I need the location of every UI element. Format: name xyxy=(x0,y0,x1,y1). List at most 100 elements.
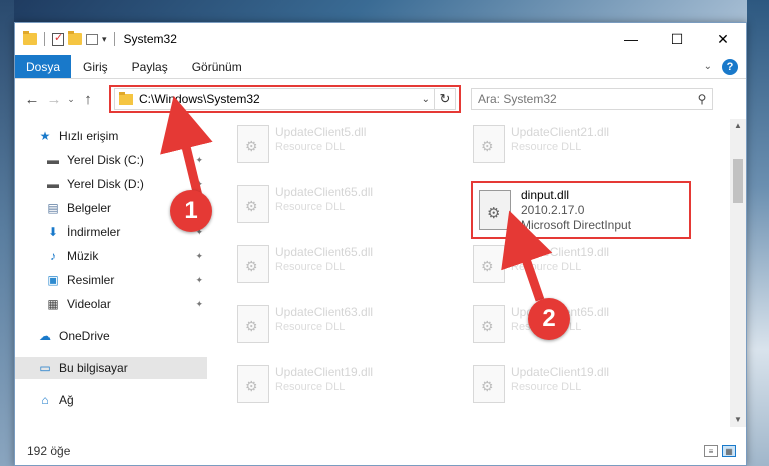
sidebar-item[interactable]: ▣ Resimler ✦ xyxy=(15,269,207,291)
file-description: Resource DLL xyxy=(511,261,582,273)
pin-icon[interactable]: ✦ xyxy=(195,155,203,166)
address-bar[interactable]: C:\Windows\System32 ⌄ xyxy=(114,88,434,110)
file-tile[interactable]: UpdateClient65.dll Resource DLL xyxy=(237,185,373,223)
file-tile[interactable]: UpdateClient21.dll Resource DLL xyxy=(473,125,609,163)
refresh-button[interactable]: ↻ xyxy=(434,88,456,110)
folder-icon xyxy=(23,31,37,45)
file-tile-text: UpdateClient21.dll Resource DLL xyxy=(511,125,609,154)
view-switcher: ≡ ▦ xyxy=(704,445,746,457)
star-icon: ★ xyxy=(39,129,51,143)
file-description: Resource DLL xyxy=(275,141,346,153)
new-folder-icon[interactable] xyxy=(68,31,82,45)
file-tile-text: UpdateClient19.dll Resource DLL xyxy=(511,245,609,274)
file-description: Microsoft DirectInput xyxy=(521,217,632,232)
maximize-button[interactable]: ☐ xyxy=(654,23,700,55)
back-button[interactable]: ← xyxy=(21,91,43,108)
sidebar-item-label: Yerel Disk (C:) xyxy=(67,153,144,167)
file-name: UpdateClient65.dll xyxy=(275,185,374,199)
scroll-down-button[interactable]: ▼ xyxy=(730,413,746,427)
sidebar-item[interactable]: ⌂ Ağ xyxy=(15,389,207,411)
step-1-callout: 1 xyxy=(170,190,212,232)
file-name: UpdateClient19.dll xyxy=(511,245,610,259)
tab-share[interactable]: Paylaş xyxy=(120,55,180,78)
sidebar-item[interactable]: ▬ Yerel Disk (C:) ✦ xyxy=(15,149,207,171)
pin-icon[interactable]: ✦ xyxy=(195,299,203,310)
toolbar-divider xyxy=(113,32,115,46)
status-bar: 192 öğe ≡ ▦ xyxy=(15,437,746,465)
file-name: UpdateClient19.dll xyxy=(275,365,374,379)
view-toggle-icon[interactable] xyxy=(86,33,98,45)
dll-file-icon xyxy=(473,125,505,163)
help-icon[interactable]: ? xyxy=(722,58,738,75)
sidebar-item-label: Bu bilgisayar xyxy=(59,361,128,375)
sidebar-item[interactable]: ♪ Müzik ✦ xyxy=(15,245,207,267)
search-input[interactable] xyxy=(478,92,692,106)
address-path[interactable]: C:\Windows\System32 xyxy=(139,92,418,106)
item-count: 192 öğe xyxy=(27,444,71,458)
pin-icon[interactable]: ✦ xyxy=(195,251,203,262)
file-tile[interactable]: UpdateClient63.dll Resource DLL xyxy=(237,305,373,343)
sidebar-item[interactable]: ▭ Bu bilgisayar xyxy=(15,357,207,379)
sidebar-item-label: Müzik xyxy=(67,249,99,263)
sidebar-item-label: Videolar xyxy=(67,297,111,311)
step-2-callout: 2 xyxy=(528,298,570,340)
customize-toolbar-dropdown[interactable]: ▾ xyxy=(102,34,107,45)
download-icon: ⬇ xyxy=(47,225,59,239)
file-description: Resource DLL xyxy=(511,141,582,153)
forward-button[interactable]: → xyxy=(43,91,65,108)
properties-icon[interactable] xyxy=(52,31,64,46)
file-tile-text: UpdateClient65.dll Resource DLL xyxy=(275,245,373,274)
scroll-thumb[interactable] xyxy=(733,159,743,203)
tab-home[interactable]: Giriş xyxy=(71,55,120,78)
close-button[interactable]: ✕ xyxy=(700,23,746,55)
tab-file[interactable]: Dosya xyxy=(15,55,71,78)
file-name: UpdateClient63.dll xyxy=(275,305,374,319)
minimize-button[interactable]: — xyxy=(608,23,654,55)
file-tile[interactable]: UpdateClient19.dll Resource DLL xyxy=(237,365,373,403)
sidebar-item[interactable]: ▦ Videolar ✦ xyxy=(15,293,207,315)
dll-file-icon xyxy=(237,365,269,403)
desktop-background-right xyxy=(747,0,769,466)
search-icon[interactable]: ⚲ xyxy=(692,92,712,106)
file-name: UpdateClient21.dll xyxy=(511,125,610,139)
file-description: Resource DLL xyxy=(275,321,346,333)
file-tile-text: UpdateClient19.dll Resource DLL xyxy=(275,365,373,394)
folder-icon xyxy=(119,91,133,105)
file-name: UpdateClient65.dll xyxy=(275,245,374,259)
address-dropdown-button[interactable]: ⌄ xyxy=(418,94,434,105)
title-bar: ▾ System32 — ☐ ✕ xyxy=(15,23,746,55)
file-tile[interactable]: UpdateClient65.dll Resource DLL xyxy=(237,245,373,283)
documents-icon: ▤ xyxy=(47,201,59,215)
sidebar-item-label: OneDrive xyxy=(59,329,110,343)
toolbar-divider xyxy=(44,32,45,46)
quick-access-toolbar: ▾ xyxy=(15,31,118,46)
sidebar-item[interactable]: ★ Hızlı erişim xyxy=(15,125,207,147)
search-box[interactable]: ⚲ xyxy=(471,88,713,110)
dll-file-icon xyxy=(473,245,505,283)
main-area: ★ Hızlı erişim ▬ Yerel Disk (C:) ✦ ▬ Yerel Dis… xyxy=(15,119,746,427)
pin-icon[interactable]: ✦ xyxy=(195,275,203,286)
file-tile[interactable]: UpdateClient19.dll Resource DLL xyxy=(473,245,609,283)
dll-file-icon xyxy=(473,305,505,343)
file-tile[interactable]: UpdateClient19.dll Resource DLL xyxy=(473,365,609,403)
navigation-bar: ← → ⌄ ↑ C:\Windows\System32 ⌄ ↻ ⚲ xyxy=(15,79,746,119)
file-name: dinput.dll xyxy=(521,187,570,202)
vertical-scrollbar[interactable]: ▲ ▼ xyxy=(730,119,746,427)
expand-ribbon-icon[interactable]: ⌄ xyxy=(704,61,712,72)
file-list: UpdateClient19.dllResource DLLUpdateClie… xyxy=(207,119,746,427)
scroll-up-button[interactable]: ▲ xyxy=(730,119,746,133)
computer-icon: ▭ xyxy=(39,361,51,375)
file-tile-dinput[interactable]: dinput.dll 2010.2.17.0 Microsoft DirectI… xyxy=(471,181,691,239)
sidebar-item[interactable]: ▬ Yerel Disk (D:) ✦ xyxy=(15,173,207,195)
up-button[interactable]: ↑ xyxy=(77,91,99,108)
details-view-icon[interactable]: ≡ xyxy=(704,445,718,457)
sidebar-item[interactable]: ☁ OneDrive xyxy=(15,325,207,347)
ribbon-right: ⌄ ? xyxy=(704,55,746,78)
desktop-background-left xyxy=(0,0,14,466)
recent-locations-button[interactable]: ⌄ xyxy=(65,94,77,105)
tab-view[interactable]: Görünüm xyxy=(180,55,254,78)
tiles-view-icon[interactable]: ▦ xyxy=(722,445,736,457)
file-tile[interactable]: UpdateClient5.dll Resource DLL xyxy=(237,125,366,163)
dll-file-icon xyxy=(237,125,269,163)
pin-icon[interactable]: ✦ xyxy=(195,179,203,190)
